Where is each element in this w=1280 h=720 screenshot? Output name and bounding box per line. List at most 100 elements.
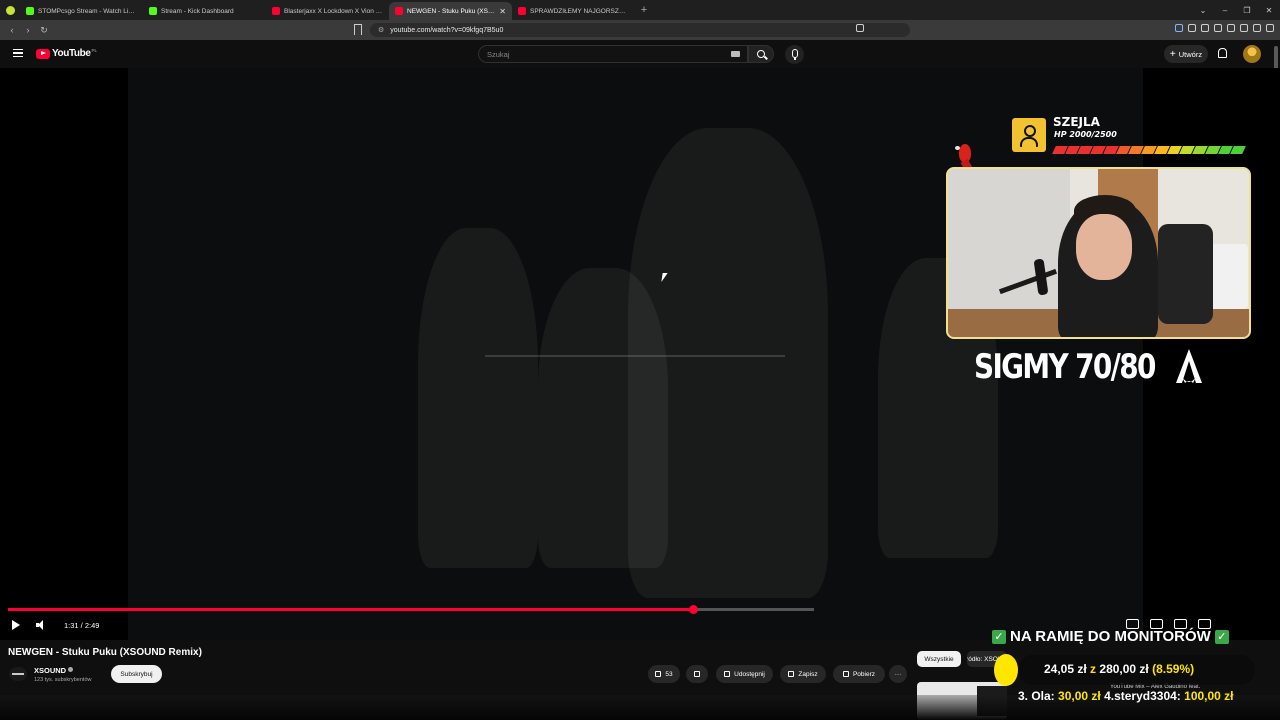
mouse-cursor-icon	[661, 273, 671, 282]
progress-played	[8, 608, 693, 611]
goal-percent: (8.59%)	[1152, 662, 1195, 676]
ticker-name: 3. Ola:	[1018, 689, 1055, 703]
profile-icon	[1012, 118, 1046, 152]
browser-tab[interactable]: STOMPcsgo Stream - Watch Live on Kick	[20, 2, 143, 20]
goal-target: 280,00 zł	[1099, 662, 1149, 676]
channel-avatar[interactable]	[9, 667, 27, 681]
ticker-amount: 30,00 zł	[1058, 689, 1101, 703]
kick-icon	[149, 7, 157, 15]
browser-tab-strip: STOMPcsgo Stream - Watch Live on Kick Str…	[0, 0, 1280, 20]
donation-ticker: 3. Ola: 30,00 zł 4.steryd3304: 100,00 zł	[1018, 689, 1268, 703]
extension-icon[interactable]	[1188, 24, 1196, 32]
extension-toolbar	[1175, 24, 1274, 32]
close-window-button[interactable]: ✕	[1258, 6, 1280, 15]
tab-list: STOMPcsgo Stream - Watch Live on Kick Str…	[20, 0, 635, 20]
goal-current: 24,05 zł	[1044, 662, 1087, 676]
thumbs-up-icon	[655, 671, 662, 677]
share-label: Udostępnij	[734, 670, 765, 678]
browser-tab[interactable]: Stream - Kick Dashboard	[143, 2, 266, 20]
scrub-handle[interactable]	[689, 605, 698, 614]
forward-icon[interactable]: ›	[20, 25, 36, 35]
voice-search-button[interactable]	[785, 45, 804, 64]
browser-tab[interactable]: Blasterjaxx X Lockdown X Vion Konger	[266, 2, 389, 20]
video-glitch-line	[485, 355, 785, 357]
save-button[interactable]: Zapisz	[780, 665, 826, 683]
cast-icon[interactable]	[856, 24, 864, 32]
sidebar-icon[interactable]	[1214, 24, 1222, 32]
download-label: Pobierz	[852, 670, 876, 678]
bookmark-icon[interactable]	[354, 24, 362, 35]
tab-search-icon[interactable]: ⌄	[1192, 6, 1214, 15]
bookmark-save-icon	[788, 671, 795, 677]
music-icon[interactable]	[1201, 24, 1209, 32]
chip-all[interactable]: Wszystkie	[917, 651, 961, 667]
hp-text: HP 2000/2500	[1054, 130, 1117, 139]
tab-label: Stream - Kick Dashboard	[161, 7, 234, 15]
save-label: Zapisz	[798, 670, 818, 678]
like-count: 53	[665, 670, 673, 678]
youtube-wordmark: YouTube	[52, 48, 91, 59]
country-code: PL	[91, 48, 98, 53]
youtube-play-icon	[36, 48, 50, 59]
url-text: youtube.com/watch?v=09kfgq7B5u0	[390, 26, 504, 34]
goal-of: z	[1090, 662, 1097, 676]
new-tab-button[interactable]: +	[635, 4, 653, 16]
video-title: NEWGEN - Stuku Puku (XSOUND Remix)	[8, 647, 202, 658]
hamburger-menu-icon[interactable]	[13, 49, 23, 57]
more-actions-button[interactable]: ···	[889, 665, 907, 683]
assassin-emblem-icon	[1176, 349, 1202, 383]
ticker-amount: 100,00 zł	[1184, 689, 1234, 703]
create-label: Utwórz	[1178, 49, 1203, 59]
browser-logo-icon[interactable]	[0, 0, 20, 20]
check-icon: ✓	[992, 629, 1006, 644]
verified-icon	[68, 667, 73, 672]
extension-icon[interactable]	[1240, 24, 1248, 32]
reload-icon[interactable]: ↻	[36, 25, 52, 36]
youtube-icon	[395, 7, 403, 15]
url-bar[interactable]: ⚙ youtube.com/watch?v=09kfgq7B5u0	[370, 23, 910, 37]
youtube-logo[interactable]: YouTube PL	[36, 48, 97, 59]
screen: STOMPcsgo Stream - Watch Live on Kick Str…	[0, 0, 1280, 720]
donation-goal-progress: 24,05 zł z 280,00 zł (8.59%)	[1044, 662, 1194, 676]
subscribe-button[interactable]: Subskrybuj	[111, 665, 162, 683]
volume-icon[interactable]	[36, 620, 46, 630]
maximize-button[interactable]: ❐	[1236, 6, 1258, 15]
back-icon[interactable]: ‹	[4, 25, 20, 35]
download-icon	[842, 671, 849, 677]
menu-icon[interactable]	[1266, 24, 1274, 32]
tab-label: NEWGEN - Stuku Puku (XSOUND Remix)	[407, 7, 495, 15]
streamer-name: SZEJLA	[1053, 115, 1100, 129]
keyboard-icon[interactable]	[731, 51, 740, 57]
dislike-button[interactable]	[686, 665, 708, 683]
browser-tab[interactable]: NEWGEN - Stuku Puku (XSOUND Remix) ✕	[389, 2, 512, 20]
close-tab-icon[interactable]: ✕	[499, 7, 506, 16]
browser-tab[interactable]: SPRAWDZIŁEMY NAJGORSZE BÓLE	[512, 2, 635, 20]
extension-icon[interactable]	[1175, 24, 1183, 32]
donation-goal-title: ✓ NA RAMIĘ DO MONITORÓW ✓	[992, 628, 1229, 645]
youtube-icon	[518, 7, 526, 15]
coin-icon	[994, 654, 1018, 686]
site-info-icon[interactable]: ⚙	[378, 26, 384, 34]
share-icon	[724, 671, 731, 677]
search-button[interactable]	[748, 45, 774, 63]
wallet-icon[interactable]	[1227, 24, 1235, 32]
minimize-button[interactable]: –	[1214, 6, 1236, 15]
tab-label: SPRAWDZIŁEMY NAJGORSZE BÓLE	[530, 7, 629, 15]
download-button[interactable]: Pobierz	[833, 665, 885, 683]
goal-title-text: NA RAMIĘ DO MONITORÓW	[1010, 628, 1211, 645]
share-button[interactable]: Udostępnij	[716, 665, 773, 683]
plus-icon: +	[1169, 48, 1176, 60]
window-controls: ⌄ – ❐ ✕	[1192, 0, 1280, 20]
notifications-bell-icon[interactable]	[1217, 48, 1227, 58]
shield-icon[interactable]	[1253, 24, 1261, 32]
like-button[interactable]: 53	[648, 665, 680, 683]
search-input[interactable]: Szukaj	[478, 45, 748, 63]
time-display: 1:31 / 2:49	[64, 621, 100, 630]
thumbs-down-icon	[694, 671, 700, 677]
channel-name[interactable]: XSOUND	[34, 666, 66, 675]
play-icon[interactable]	[12, 620, 20, 630]
kick-icon	[26, 7, 34, 15]
create-button[interactable]: + Utwórz	[1164, 45, 1208, 63]
video-figure	[418, 228, 538, 568]
user-avatar[interactable]	[1243, 45, 1261, 63]
